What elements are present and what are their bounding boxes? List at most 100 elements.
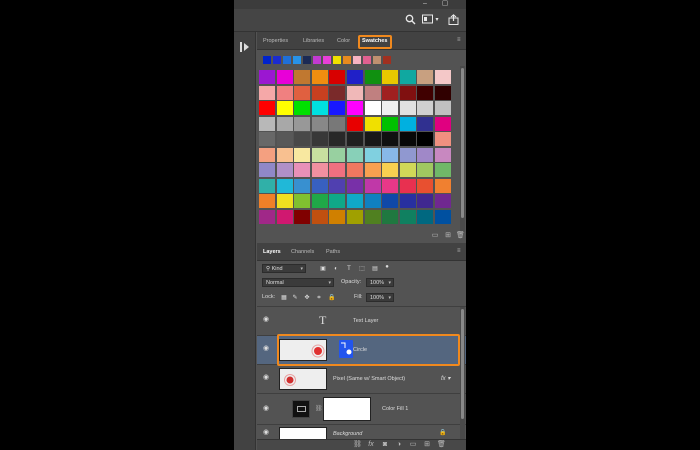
swatch-cell[interactable]	[364, 132, 381, 146]
swatch-cell[interactable]	[417, 132, 434, 146]
swatch-cell[interactable]	[329, 178, 346, 193]
layer-row-pixel[interactable]: ◉ Pixel (Same w/ Smart Object) fx ▾	[257, 365, 466, 394]
swatch-cell[interactable]	[259, 116, 276, 131]
filter-toggle-icon[interactable]: ●	[383, 263, 391, 271]
swatch-cell[interactable]	[435, 85, 452, 100]
tab-layers[interactable]: Layers	[262, 247, 282, 258]
swatch-cell[interactable]	[329, 85, 346, 100]
swatch-cell[interactable]	[382, 163, 399, 177]
swatch-cell[interactable]	[311, 116, 328, 131]
swatch-cell[interactable]	[294, 101, 311, 115]
swatch-cell[interactable]	[417, 194, 434, 208]
swatch-cell[interactable]	[382, 209, 399, 224]
swatch-cell[interactable]	[259, 178, 276, 193]
swatch-cell[interactable]	[276, 178, 293, 193]
recent-swatch[interactable]	[293, 56, 301, 64]
recent-swatch[interactable]	[373, 56, 381, 64]
swatch-cell[interactable]	[311, 163, 328, 177]
swatch-cell[interactable]	[276, 101, 293, 115]
swatch-cell[interactable]	[294, 116, 311, 131]
eye-icon[interactable]: ◉	[263, 429, 271, 437]
filter-type-icon[interactable]: T	[345, 265, 353, 273]
swatch-cell[interactable]	[311, 178, 328, 193]
swatch-cell[interactable]	[435, 178, 452, 193]
swatches-scroll-thumb[interactable]	[461, 68, 464, 218]
swatch-cell[interactable]	[364, 101, 381, 115]
swatch-cell[interactable]	[399, 132, 416, 146]
swatch-cell[interactable]	[417, 116, 434, 131]
swatch-cell[interactable]	[417, 70, 434, 84]
swatch-cell[interactable]	[347, 163, 364, 177]
swatch-cell[interactable]	[382, 132, 399, 146]
layer-row-background[interactable]: ◉ Background 🔒	[257, 425, 466, 440]
swatch-cell[interactable]	[294, 132, 311, 146]
layers-menu-icon[interactable]: ≡	[457, 248, 463, 254]
swatch-cell[interactable]	[311, 70, 328, 84]
swatch-cell[interactable]	[259, 209, 276, 224]
swatch-cell[interactable]	[259, 147, 276, 162]
eye-icon[interactable]: ◉	[263, 374, 271, 382]
recent-swatch[interactable]	[333, 56, 341, 64]
trash-icon[interactable]: 🗑	[456, 232, 465, 240]
link-icon[interactable]: ⛓	[353, 441, 362, 449]
swatch-cell[interactable]	[294, 163, 311, 177]
tab-color[interactable]: Color	[336, 36, 351, 47]
swatch-cell[interactable]	[347, 116, 364, 131]
swatch-cell[interactable]	[399, 178, 416, 193]
swatch-cell[interactable]	[329, 70, 346, 84]
swatch-cell[interactable]	[399, 194, 416, 208]
swatch-cell[interactable]	[347, 101, 364, 115]
swatch-cell[interactable]	[382, 116, 399, 131]
trash-icon[interactable]: 🗑	[437, 441, 446, 449]
search-icon[interactable]	[404, 14, 416, 26]
swatch-cell[interactable]	[294, 147, 311, 162]
eye-icon[interactable]: ◉	[263, 316, 271, 324]
swatch-cell[interactable]	[382, 178, 399, 193]
swatch-cell[interactable]	[311, 147, 328, 162]
recent-swatch[interactable]	[363, 56, 371, 64]
tab-channels[interactable]: Channels	[290, 247, 315, 258]
swatch-cell[interactable]	[294, 178, 311, 193]
eye-icon[interactable]: ◉	[263, 405, 271, 413]
filter-smart-object-icon[interactable]: ▤	[371, 265, 379, 273]
swatch-cell[interactable]	[276, 70, 293, 84]
swatch-cell[interactable]	[276, 85, 293, 100]
layer-row-text[interactable]: ◉ T Text Layer	[257, 307, 466, 336]
swatch-cell[interactable]	[329, 163, 346, 177]
chevron-down-icon[interactable]: ▾	[434, 14, 440, 26]
swatch-cell[interactable]	[259, 163, 276, 177]
swatch-cell[interactable]	[435, 209, 452, 224]
swatch-cell[interactable]	[259, 132, 276, 146]
filter-pixel-icon[interactable]: ▣	[319, 265, 327, 273]
swatch-cell[interactable]	[311, 132, 328, 146]
swatch-cell[interactable]	[417, 178, 434, 193]
swatch-cell[interactable]	[347, 147, 364, 162]
filter-adjustment-icon[interactable]: ◐	[332, 265, 340, 273]
lock-artboard-icon[interactable]: ⌗	[315, 294, 323, 302]
swatch-cell[interactable]	[276, 116, 293, 131]
swatch-cell[interactable]	[399, 101, 416, 115]
swatch-cell[interactable]	[435, 194, 452, 208]
swatch-cell[interactable]	[276, 132, 293, 146]
swatch-cell[interactable]	[311, 194, 328, 208]
swatch-cell[interactable]	[364, 178, 381, 193]
swatch-cell[interactable]	[347, 132, 364, 146]
minimize-button[interactable]: –	[420, 0, 430, 9]
lock-all-icon[interactable]: 🔒	[328, 294, 336, 302]
swatch-cell[interactable]	[311, 209, 328, 224]
swatch-cell[interactable]	[347, 178, 364, 193]
lock-transparent-icon[interactable]: ▦	[280, 294, 288, 302]
recent-swatch[interactable]	[383, 56, 391, 64]
swatch-cell[interactable]	[435, 101, 452, 115]
swatch-cell[interactable]	[382, 194, 399, 208]
swatch-cell[interactable]	[382, 101, 399, 115]
swatch-cell[interactable]	[364, 209, 381, 224]
swatch-cell[interactable]	[417, 85, 434, 100]
mask-icon[interactable]: ◙	[381, 441, 389, 449]
recent-swatch[interactable]	[313, 56, 321, 64]
fill-field[interactable]: 100% ▾	[366, 293, 394, 302]
swatch-cell[interactable]	[435, 163, 452, 177]
swatch-cell[interactable]	[329, 194, 346, 208]
swatch-cell[interactable]	[417, 101, 434, 115]
swatch-cell[interactable]	[364, 70, 381, 84]
